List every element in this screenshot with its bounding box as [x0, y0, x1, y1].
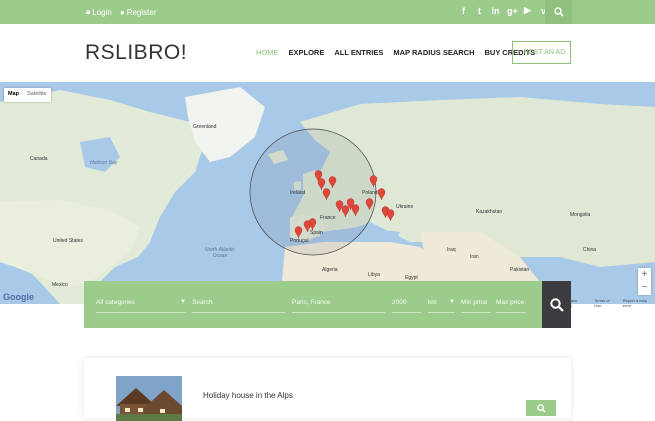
search-placeholder: Search [192, 299, 213, 306]
terms-link[interactable]: Terms of Use [594, 298, 616, 308]
min-price-input[interactable]: Min price [461, 295, 491, 313]
label-greenland: Greenland [193, 124, 217, 130]
zoom-in-button[interactable]: + [638, 268, 651, 281]
nav-all-entries[interactable]: ALL ENTRIES [334, 48, 383, 57]
zoom-control: + − [638, 268, 651, 295]
map-attribution: Map data ©2016 Terms of Use Report a map… [560, 298, 655, 308]
register-label: Register [126, 7, 157, 17]
nav-map-radius-search[interactable]: MAP RADIUS SEARCH [393, 48, 474, 57]
max-price-placeholder: Max price [496, 299, 525, 306]
label-north-atlantic: North Atlantic Ocean [205, 247, 235, 259]
listing-thumbnail[interactable] [116, 376, 182, 421]
twitter-icon[interactable]: t [475, 6, 484, 16]
register-link[interactable]: ● Register [120, 8, 157, 17]
login-link[interactable]: 🔒︎ Login [86, 7, 112, 17]
label-pakistan: Pakistan [510, 267, 530, 273]
zoom-out-button[interactable]: − [638, 281, 651, 294]
site-header: RSLIBRO! HOME EXPLORE ALL ENTRIES MAP RA… [0, 24, 655, 82]
label-mexico: Mexico [52, 282, 68, 288]
map-type-map[interactable]: Map [4, 88, 23, 102]
social-links: f t in g+ ▶ v [459, 5, 548, 16]
unit-value: km [428, 299, 437, 306]
label-poland: Poland [362, 190, 378, 196]
youtube-icon[interactable]: ▶ [523, 5, 532, 16]
nav-home[interactable]: HOME [256, 48, 279, 57]
site-logo[interactable]: RSLIBRO! [85, 41, 187, 65]
label-libya: Libya [368, 272, 380, 278]
google-plus-icon[interactable]: g+ [507, 6, 518, 16]
location-value: Paris, France [292, 299, 331, 306]
dropdown-arrow-icon: ▼ [449, 299, 455, 305]
nav-explore[interactable]: EXPLORE [289, 48, 325, 57]
label-portugal: Portugal [290, 238, 309, 244]
top-search-button[interactable] [545, 0, 572, 24]
label-china: China [583, 247, 597, 253]
map-type-control: Map Satellite [4, 88, 51, 102]
report-error-link[interactable]: Report a map error [623, 298, 655, 308]
user-icon: ● [119, 7, 125, 17]
search-submit-button[interactable] [542, 281, 571, 328]
label-hudson-bay: Hudson Bay [90, 160, 118, 166]
label-spain: Spain [310, 230, 323, 236]
map-canvas[interactable]: Greenland Hudson Bay Canada United State… [0, 82, 655, 304]
lock-icon: 🔒︎ [86, 7, 91, 16]
post-ad-button[interactable]: + POST AN AD [512, 41, 571, 64]
label-ireland: Ireland [290, 190, 306, 196]
search-icon [553, 7, 564, 17]
label-iran: Iran [470, 254, 479, 260]
search-input[interactable]: Search [192, 295, 285, 313]
radius-input[interactable]: 2000 [392, 295, 421, 313]
label-algeria: Algeria [322, 267, 338, 273]
google-logo: Google [3, 292, 34, 302]
label-canada: Canada [30, 156, 48, 162]
location-input[interactable]: Paris, France [292, 295, 385, 313]
label-iraq: Iraq [447, 247, 456, 253]
login-label: Login [92, 7, 112, 17]
min-price-placeholder: Min price [461, 299, 488, 306]
search-icon [536, 403, 546, 413]
top-bar: 🔒︎ Login ● Register f t in g+ ▶ v [0, 0, 655, 24]
main-nav: HOME EXPLORE ALL ENTRIES MAP RADIUS SEAR… [256, 48, 545, 57]
dropdown-arrow-icon: ▼ [180, 299, 186, 305]
listing-search-button[interactable] [526, 400, 556, 416]
category-value: All categories [96, 299, 136, 306]
unit-select[interactable]: km ▼ [428, 295, 455, 313]
map-type-satellite[interactable]: Satellite [23, 88, 51, 102]
max-price-input[interactable]: Max price [496, 295, 526, 313]
house-image [116, 376, 182, 421]
label-mongolia: Mongolia [570, 212, 591, 218]
linkedin-icon[interactable]: in [491, 6, 500, 16]
label-kazakhstan: Kazakhstan [476, 209, 503, 215]
facebook-icon[interactable]: f [459, 6, 468, 16]
label-united-states: United States [53, 238, 84, 244]
label-ukraine: Ukraine [396, 204, 414, 210]
label-france: France [320, 215, 336, 221]
radius-value: 2000 [392, 299, 407, 306]
search-icon [549, 297, 564, 312]
listing-title[interactable]: Holiday house in the Alps [203, 391, 293, 400]
search-form: All categories ▼ Search Paris, France 20… [84, 281, 542, 328]
category-select[interactable]: All categories ▼ [96, 295, 186, 313]
listing-card[interactable]: Holiday house in the Alps [84, 358, 571, 421]
auth-links: 🔒︎ Login ● Register [86, 7, 156, 17]
